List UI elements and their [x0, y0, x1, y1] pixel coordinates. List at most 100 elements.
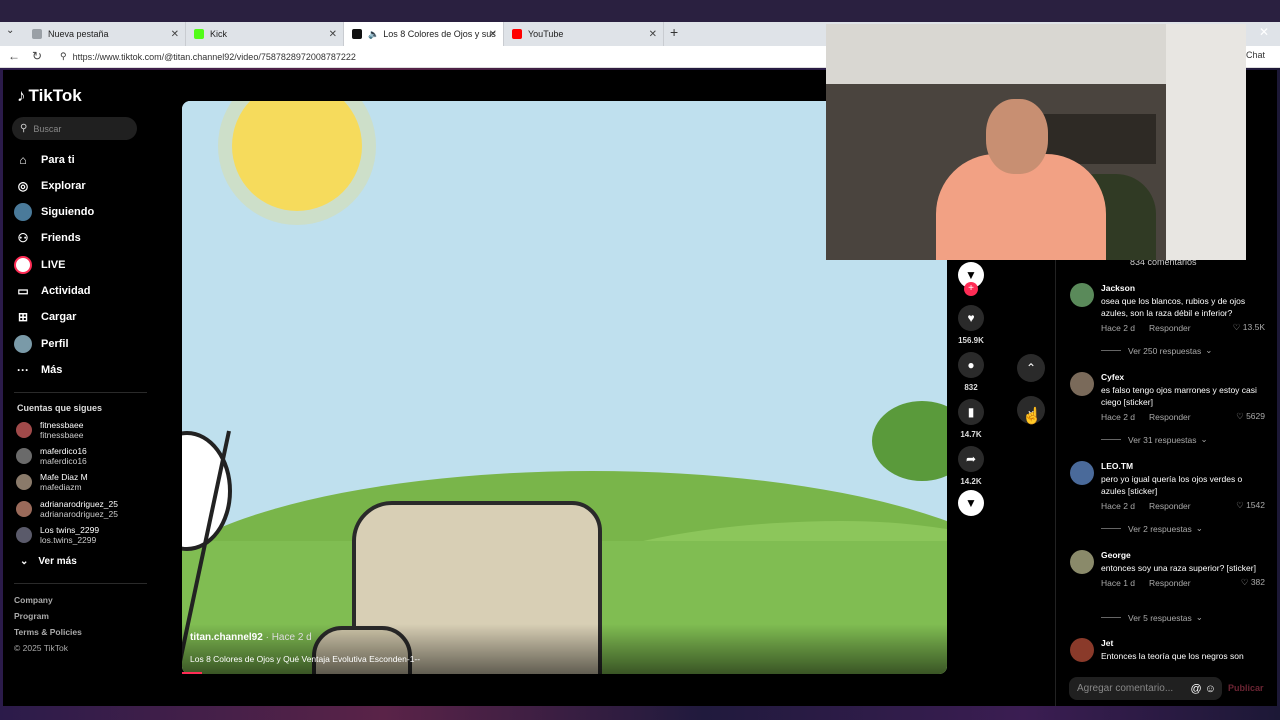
following-account[interactable]: maferdico16 maferdico16	[16, 446, 87, 466]
view-replies-button[interactable]: Ver 2 respuestas ⌄	[1101, 523, 1203, 534]
search-input[interactable]: ⚲ Buscar	[12, 117, 137, 140]
comment-like-button[interactable]: ♡ 13.5K	[1233, 322, 1265, 333]
tab-title: Kick	[210, 29, 228, 39]
view-replies-button[interactable]: Ver 250 respuestas ⌄	[1101, 345, 1212, 356]
tiktok-favicon-icon	[352, 29, 362, 39]
nav-siguiendo[interactable]: Siguiendo	[14, 202, 94, 222]
site-info-icon[interactable]: ⚲	[60, 51, 67, 62]
video-time: · Hace 2 d	[262, 632, 312, 643]
reload-icon[interactable]: ↻	[32, 49, 42, 63]
chat-button[interactable]: Chat	[1246, 50, 1265, 60]
heart-outline-icon: ♡	[1236, 500, 1244, 510]
comment-button[interactable]: ● 832	[957, 352, 985, 392]
nav-perfil[interactable]: Perfil	[14, 334, 69, 354]
avatar[interactable]	[1070, 461, 1094, 485]
video-author[interactable]: titan.channel92 · Hace 2 d	[190, 632, 312, 643]
mention-icon[interactable]: @	[1191, 683, 1202, 695]
nav-friends[interactable]: ⚇ Friends	[14, 228, 81, 248]
tab-new-tab[interactable]: Nueva pestaña ✕	[24, 22, 186, 46]
emoji-icon[interactable]: ☺	[1205, 683, 1216, 695]
avatar[interactable]	[1070, 372, 1094, 396]
nav-cargar[interactable]: ⊞ Cargar	[14, 307, 77, 327]
close-icon[interactable]: ✕	[329, 29, 337, 40]
comment-user[interactable]: George	[1101, 550, 1265, 560]
avatar[interactable]	[1070, 638, 1094, 662]
comment-time: Hace 2 d	[1101, 500, 1136, 511]
nav-label: Siguiendo	[41, 206, 95, 218]
comment-like-count: 13.5K	[1242, 322, 1265, 332]
comment-user[interactable]: LEO.TM	[1101, 461, 1265, 471]
video-progress-bar[interactable]	[182, 672, 202, 674]
publish-button[interactable]: Publicar	[1228, 683, 1264, 693]
following-account[interactable]: Los twins_2299 los.twins_2299	[16, 525, 99, 545]
nav-actividad[interactable]: ▭ Actividad	[14, 281, 91, 301]
video-description: Los 8 Colores de Ojos y Qué Ventaja Evol…	[190, 654, 421, 664]
account-username: maferdico16	[40, 456, 87, 466]
nav-label: Más	[41, 364, 63, 376]
comment-user[interactable]: Jet	[1101, 638, 1265, 648]
comment-like-button[interactable]: ♡ 5629	[1236, 411, 1265, 422]
following-account[interactable]: adrianarodriguez_25 adrianarodriguez_25	[16, 499, 118, 519]
reply-button[interactable]: Responder	[1149, 501, 1191, 511]
comment-user[interactable]: Jackson	[1101, 283, 1265, 293]
footer-program-link[interactable]: Program	[14, 611, 49, 621]
view-replies-button[interactable]: Ver 31 respuestas ⌄	[1101, 434, 1208, 445]
close-window-icon[interactable]: ✕	[1259, 25, 1269, 39]
follow-plus-icon[interactable]: +	[964, 282, 978, 296]
divider	[14, 392, 147, 393]
footer-terms-link[interactable]: Terms & Policies	[14, 627, 82, 637]
view-replies-button[interactable]: Ver 5 respuestas ⌄	[1101, 612, 1203, 623]
like-button[interactable]: ♥ 156.9K	[957, 305, 985, 345]
nav-live[interactable]: LIVE	[14, 255, 65, 275]
comment-time: Hace 2 d	[1101, 411, 1136, 422]
footer-company-link[interactable]: Company	[14, 595, 53, 605]
back-arrow-icon[interactable]: ←	[8, 49, 20, 63]
close-icon[interactable]: ✕	[649, 29, 657, 40]
reply-button[interactable]: Responder	[1149, 412, 1191, 422]
tab-tiktok-video[interactable]: 🔈 Los 8 Colores de Ojos y sus ✕	[344, 22, 504, 46]
tab-title: Nueva pestaña	[48, 29, 109, 39]
following-account[interactable]: fitnessbaee fitnessbaee	[16, 420, 83, 440]
account-username: los.twins_2299	[40, 535, 97, 545]
reply-button[interactable]: Responder	[1149, 323, 1191, 333]
view-replies-label: Ver 31 respuestas	[1128, 434, 1197, 445]
tab-search-icon[interactable]: ⌄	[6, 25, 14, 36]
nav-label: Actividad	[41, 285, 91, 297]
profile-avatar-icon	[14, 335, 32, 353]
nav-label: Para ti	[41, 154, 75, 166]
comment-like-button[interactable]: ♡ 1542	[1236, 500, 1265, 511]
avatar[interactable]	[1070, 550, 1094, 574]
save-button[interactable]: ▮ 14.7K	[957, 399, 985, 439]
tiktok-logo[interactable]: ♪ TikTok	[17, 86, 82, 106]
avatar	[16, 527, 32, 543]
youtube-favicon-icon	[512, 29, 522, 39]
upload-icon: ⊞	[17, 310, 29, 324]
tab-kick[interactable]: Kick ✕	[186, 22, 344, 46]
nav-mas[interactable]: ··· Más	[14, 360, 62, 380]
previous-video-button[interactable]: ⌃	[1017, 354, 1045, 382]
creator-avatar[interactable]: ▼ +	[957, 262, 985, 296]
speaker-icon[interactable]: 🔈	[368, 29, 379, 40]
comment-user[interactable]: Cyfex	[1101, 372, 1265, 382]
close-icon[interactable]: ✕	[489, 29, 497, 40]
share-button[interactable]: ➦ 14.2K	[957, 446, 985, 486]
chevron-down-icon: ⌄	[1205, 345, 1213, 355]
see-more-button[interactable]: ⌄ Ver más	[20, 556, 77, 567]
sound-disc[interactable]: ▼	[957, 490, 985, 516]
add-comment-input[interactable]: Agregar comentario... @ ☺	[1069, 677, 1222, 700]
tab-title: YouTube	[528, 29, 564, 39]
url-field[interactable]: ⚲ https://www.tiktok.com/@titan.channel9…	[48, 48, 848, 65]
new-tab-plus-icon[interactable]: +	[670, 24, 678, 40]
hand-cursor-icon: ☝	[1022, 408, 1042, 425]
comment-like-button[interactable]: ♡ 382	[1241, 577, 1265, 588]
reply-button[interactable]: Responder	[1149, 578, 1191, 588]
comment-item: Cyfex es falso tengo ojos marrones y est…	[1070, 372, 1265, 422]
nav-para-ti[interactable]: ⌂ Para ti	[14, 150, 75, 170]
nav-explorar[interactable]: ◎ Explorar	[14, 176, 86, 196]
tab-youtube[interactable]: YouTube ✕	[504, 22, 664, 46]
avatar[interactable]	[1070, 283, 1094, 307]
search-placeholder: Buscar	[33, 123, 62, 134]
account-username: adrianarodriguez_25	[40, 509, 118, 519]
close-icon[interactable]: ✕	[171, 29, 179, 40]
following-account[interactable]: Mafe Diaz Mmafediazm	[16, 472, 88, 492]
